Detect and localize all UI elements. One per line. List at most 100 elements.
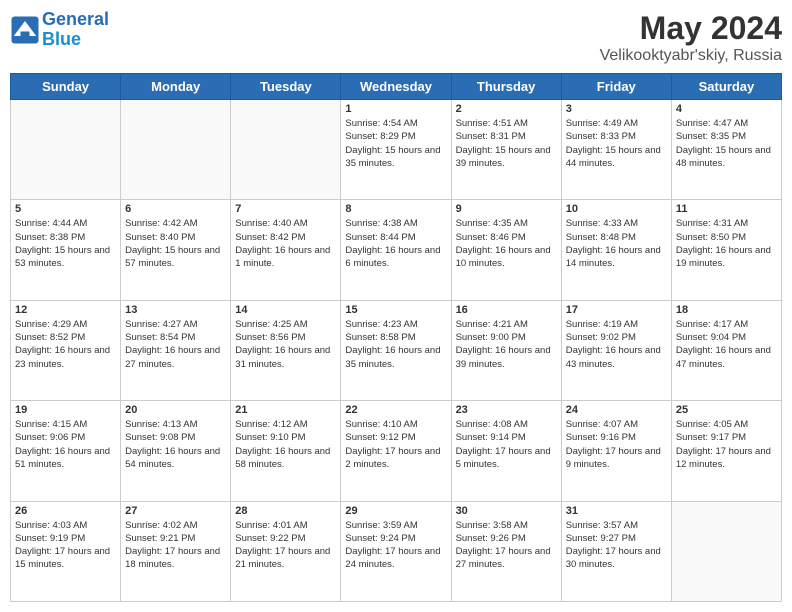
- day-info: Sunrise: 4:23 AMSunset: 8:58 PMDaylight:…: [345, 318, 446, 371]
- col-header-wednesday: Wednesday: [341, 74, 451, 100]
- day-info: Sunrise: 4:49 AMSunset: 8:33 PMDaylight:…: [566, 117, 667, 170]
- header: General Blue May 2024 Velikooktyabr'skiy…: [10, 10, 782, 65]
- calendar-cell: 14Sunrise: 4:25 AMSunset: 8:56 PMDayligh…: [231, 300, 341, 400]
- calendar-cell: 7 Sunrise: 4:40 AMSunset: 8:42 PMDaylight…: [231, 200, 341, 300]
- logo-line2: Blue: [42, 29, 81, 49]
- sub-title: Velikooktyabr'skiy, Russia: [600, 47, 782, 65]
- calendar-cell: 26 Sunrise: 4:03 AMSunset: 9:19 PMDayligh…: [11, 501, 121, 601]
- calendar-table: SundayMondayTuesdayWednesdayThursdayFrid…: [10, 73, 782, 602]
- col-header-monday: Monday: [121, 74, 231, 100]
- logo-line1: General: [42, 9, 109, 29]
- day-info: Sunrise: 4:07 AMSunset: 9:16 PMDaylight:…: [566, 418, 667, 471]
- day-number: 6: [125, 203, 226, 215]
- calendar-cell: 23 Sunrise: 4:08 AMSunset: 9:14 PMDayligh…: [451, 401, 561, 501]
- day-number: 16: [456, 304, 557, 316]
- calendar-cell: [121, 100, 231, 200]
- col-header-tuesday: Tuesday: [231, 74, 341, 100]
- day-number: 26: [15, 505, 116, 517]
- day-info: Sunrise: 4:47 AMSunset: 8:35 PMDaylight:…: [676, 117, 777, 170]
- calendar-cell: 2 Sunrise: 4:51 AMSunset: 8:31 PMDaylight…: [451, 100, 561, 200]
- title-block: May 2024 Velikooktyabr'skiy, Russia: [600, 10, 782, 65]
- day-info: Sunrise: 4:03 AMSunset: 9:19 PMDaylight:…: [15, 519, 116, 572]
- day-info: Sunrise: 4:13 AMSunset: 9:08 PMDaylight:…: [125, 418, 226, 471]
- day-number: 20: [125, 404, 226, 416]
- day-info: Sunrise: 4:15 AMSunset: 9:06 PMDaylight:…: [15, 418, 116, 471]
- day-info: Sunrise: 3:57 AMSunset: 9:27 PMDaylight:…: [566, 519, 667, 572]
- calendar-cell: 18 Sunrise: 4:17 AMSunset: 9:04 PMDayligh…: [671, 300, 781, 400]
- calendar-cell: 12 Sunrise: 4:29 AMSunset: 8:52 PMDayligh…: [11, 300, 121, 400]
- day-number: 23: [456, 404, 557, 416]
- col-header-friday: Friday: [561, 74, 671, 100]
- day-number: 18: [676, 304, 777, 316]
- day-info: Sunrise: 3:59 AMSunset: 9:24 PMDaylight:…: [345, 519, 446, 572]
- day-info: Sunrise: 4:21 AMSunset: 9:00 PMDaylight:…: [456, 318, 557, 371]
- calendar-cell: [671, 501, 781, 601]
- day-info: Sunrise: 4:27 AMSunset: 8:54 PMDaylight:…: [125, 318, 226, 371]
- day-number: 9: [456, 203, 557, 215]
- day-info: Sunrise: 4:35 AMSunset: 8:46 PMDaylight:…: [456, 217, 557, 270]
- day-info: Sunrise: 4:54 AMSunset: 8:29 PMDaylight:…: [345, 117, 446, 170]
- day-info: Sunrise: 4:19 AMSunset: 9:02 PMDaylight:…: [566, 318, 667, 371]
- day-number: 27: [125, 505, 226, 517]
- day-info: Sunrise: 4:05 AMSunset: 9:17 PMDaylight:…: [676, 418, 777, 471]
- calendar-cell: 25 Sunrise: 4:05 AMSunset: 9:17 PMDayligh…: [671, 401, 781, 501]
- day-info: Sunrise: 4:17 AMSunset: 9:04 PMDaylight:…: [676, 318, 777, 371]
- day-number: 5: [15, 203, 116, 215]
- col-header-sunday: Sunday: [11, 74, 121, 100]
- day-number: 15: [345, 304, 446, 316]
- day-number: 24: [566, 404, 667, 416]
- day-info: Sunrise: 4:12 AMSunset: 9:10 PMDaylight:…: [235, 418, 336, 471]
- day-number: 4: [676, 103, 777, 115]
- calendar-cell: 29 Sunrise: 3:59 AMSunset: 9:24 PMDayligh…: [341, 501, 451, 601]
- calendar-cell: 8Sunrise: 4:38 AMSunset: 8:44 PMDaylight…: [341, 200, 451, 300]
- calendar-cell: 9 Sunrise: 4:35 AMSunset: 8:46 PMDaylight…: [451, 200, 561, 300]
- day-number: 28: [235, 505, 336, 517]
- calendar-cell: 31 Sunrise: 3:57 AMSunset: 9:27 PMDayligh…: [561, 501, 671, 601]
- calendar-cell: 5 Sunrise: 4:44 AMSunset: 8:38 PMDaylight…: [11, 200, 121, 300]
- day-number: 21: [235, 404, 336, 416]
- day-number: 31: [566, 505, 667, 517]
- calendar-cell: 16 Sunrise: 4:21 AMSunset: 9:00 PMDayligh…: [451, 300, 561, 400]
- calendar-cell: 28 Sunrise: 4:01 AMSunset: 9:22 PMDayligh…: [231, 501, 341, 601]
- day-info: Sunrise: 4:02 AMSunset: 9:21 PMDaylight:…: [125, 519, 226, 572]
- calendar-cell: 24 Sunrise: 4:07 AMSunset: 9:16 PMDayligh…: [561, 401, 671, 501]
- logo: General Blue: [10, 10, 109, 50]
- calendar-cell: 19Sunrise: 4:15 AMSunset: 9:06 PMDayligh…: [11, 401, 121, 501]
- day-info: Sunrise: 4:31 AMSunset: 8:50 PMDaylight:…: [676, 217, 777, 270]
- day-number: 7: [235, 203, 336, 215]
- day-number: 2: [456, 103, 557, 115]
- col-header-saturday: Saturday: [671, 74, 781, 100]
- calendar-cell: 30Sunrise: 3:58 AMSunset: 9:26 PMDayligh…: [451, 501, 561, 601]
- calendar-cell: 4 Sunrise: 4:47 AMSunset: 8:35 PMDaylight…: [671, 100, 781, 200]
- day-info: Sunrise: 4:08 AMSunset: 9:14 PMDaylight:…: [456, 418, 557, 471]
- calendar-cell: [11, 100, 121, 200]
- day-info: Sunrise: 4:29 AMSunset: 8:52 PMDaylight:…: [15, 318, 116, 371]
- calendar-cell: 11 Sunrise: 4:31 AMSunset: 8:50 PMDayligh…: [671, 200, 781, 300]
- calendar-cell: 1Sunrise: 4:54 AMSunset: 8:29 PMDaylight…: [341, 100, 451, 200]
- calendar-cell: 10 Sunrise: 4:33 AMSunset: 8:48 PMDayligh…: [561, 200, 671, 300]
- calendar-cell: 3 Sunrise: 4:49 AMSunset: 8:33 PMDaylight…: [561, 100, 671, 200]
- day-info: Sunrise: 4:40 AMSunset: 8:42 PMDaylight:…: [235, 217, 336, 270]
- day-number: 25: [676, 404, 777, 416]
- day-number: 29: [345, 505, 446, 517]
- logo-text: General Blue: [42, 10, 109, 50]
- calendar-cell: 17 Sunrise: 4:19 AMSunset: 9:02 PMDayligh…: [561, 300, 671, 400]
- col-header-thursday: Thursday: [451, 74, 561, 100]
- calendar-cell: 27 Sunrise: 4:02 AMSunset: 9:21 PMDayligh…: [121, 501, 231, 601]
- day-info: Sunrise: 4:33 AMSunset: 8:48 PMDaylight:…: [566, 217, 667, 270]
- calendar-cell: 21 Sunrise: 4:12 AMSunset: 9:10 PMDayligh…: [231, 401, 341, 501]
- day-number: 12: [15, 304, 116, 316]
- day-number: 11: [676, 203, 777, 215]
- day-info: Sunrise: 3:58 AMSunset: 9:26 PMDaylight:…: [456, 519, 557, 572]
- day-info: Sunrise: 4:42 AMSunset: 8:40 PMDaylight:…: [125, 217, 226, 270]
- day-info: Sunrise: 4:01 AMSunset: 9:22 PMDaylight:…: [235, 519, 336, 572]
- day-number: 13: [125, 304, 226, 316]
- calendar-cell: [231, 100, 341, 200]
- calendar-cell: 15 Sunrise: 4:23 AMSunset: 8:58 PMDayligh…: [341, 300, 451, 400]
- day-number: 17: [566, 304, 667, 316]
- day-number: 10: [566, 203, 667, 215]
- day-info: Sunrise: 4:44 AMSunset: 8:38 PMDaylight:…: [15, 217, 116, 270]
- day-info: Sunrise: 4:51 AMSunset: 8:31 PMDaylight:…: [456, 117, 557, 170]
- calendar-cell: 20 Sunrise: 4:13 AMSunset: 9:08 PMDayligh…: [121, 401, 231, 501]
- day-number: 3: [566, 103, 667, 115]
